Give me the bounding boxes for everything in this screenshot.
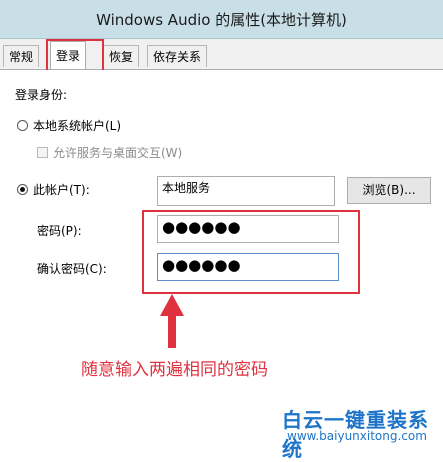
this-account-radio[interactable]: [17, 184, 28, 195]
interact-desktop-label: 允许服务与桌面交互(W): [53, 146, 183, 160]
tab-general[interactable]: 常规: [3, 45, 40, 67]
password-highlight-box: [142, 210, 360, 294]
confirm-password-label: 确认密码(C):: [37, 262, 107, 276]
window-titlebar: Windows Audio 的属性(本地计算机): [0, 0, 443, 39]
local-system-label[interactable]: 本地系统帐户(L): [33, 117, 121, 134]
tab-recovery[interactable]: 恢复: [103, 45, 140, 67]
account-input[interactable]: 本地服务: [157, 176, 335, 206]
window-title: Windows Audio 的属性(本地计算机): [96, 11, 347, 29]
interact-desktop-checkbox[interactable]: [37, 147, 48, 158]
tab-dependencies[interactable]: 依存关系: [147, 45, 208, 67]
password-label: 密码(P):: [37, 224, 82, 238]
this-account-label[interactable]: 此帐户(T):: [33, 181, 90, 198]
red-arrow-icon: [160, 294, 184, 348]
annotation-text: 随意输入两遍相同的密码: [81, 360, 268, 380]
logon-as-label: 登录身份:: [15, 88, 68, 102]
browse-button[interactable]: 浏览(B)...: [347, 177, 431, 204]
watermark-url: www.baiyunxitong.com: [287, 429, 427, 443]
tab-highlight-box: [46, 39, 104, 72]
local-system-radio[interactable]: [17, 120, 28, 131]
